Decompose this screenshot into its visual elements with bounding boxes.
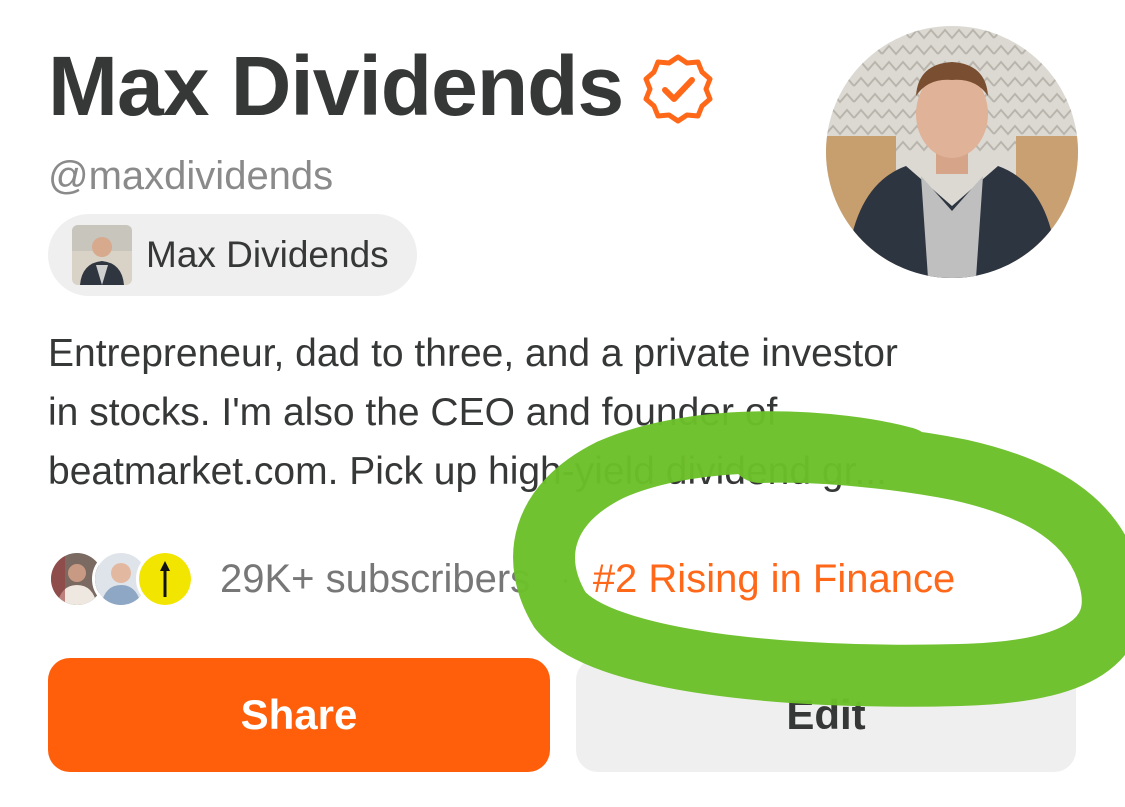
rising-rank-link[interactable]: #2 Rising in Finance <box>593 557 955 602</box>
separator-dot: · <box>560 560 571 597</box>
publication-pill[interactable]: Max Dividends <box>48 214 417 296</box>
profile-bio: Entrepreneur, dad to three, and a privat… <box>48 324 1078 501</box>
profile-photo[interactable] <box>826 26 1078 278</box>
verified-badge-icon <box>643 54 713 124</box>
profile-handle: @maxdividends <box>48 154 334 198</box>
bio-line: Entrepreneur, dad to three, and a privat… <box>48 332 898 375</box>
edit-button[interactable]: Edit <box>576 658 1076 772</box>
stats-row: 29K+ subscribers · #2 Rising in Finance <box>48 548 955 610</box>
subscriber-count[interactable]: 29K+ subscribers <box>220 557 530 602</box>
bio-line: beatmarket.com. Pick up high-yield divid… <box>48 450 887 493</box>
subscriber-avatar <box>136 550 194 608</box>
share-button[interactable]: Share <box>48 658 550 772</box>
subscriber-avatars <box>48 550 194 608</box>
publication-avatar <box>72 225 132 285</box>
bio-line: in stocks. I'm also the CEO and founder … <box>48 391 778 434</box>
publication-name: Max Dividends <box>146 234 389 275</box>
profile-header: Max Dividends <box>48 40 713 132</box>
profile-name: Max Dividends <box>48 39 624 133</box>
